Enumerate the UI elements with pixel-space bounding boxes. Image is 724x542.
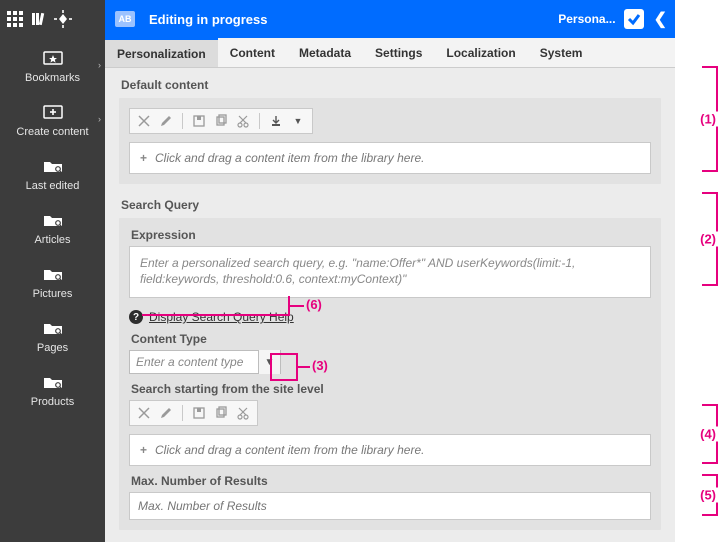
site-level-toolbar xyxy=(129,400,258,426)
sidebar-item-label: Pages xyxy=(37,342,68,354)
annotation-bracket-1: (1) xyxy=(696,66,718,172)
page-title: Editing in progress xyxy=(149,12,558,27)
topbar: AB Editing in progress Persona... ❮ xyxy=(105,0,675,38)
annotation-leader-3 xyxy=(298,366,310,368)
sidebar-item-label: Products xyxy=(31,396,74,408)
expression-label: Expression xyxy=(131,228,651,242)
left-rail: Bookmarks › Create content › Last edited… xyxy=(0,0,105,542)
site-level-label: Search starting from the site level xyxy=(131,382,651,396)
sidebar-item-pages[interactable]: Pages xyxy=(0,308,105,362)
create-content-icon xyxy=(40,102,66,122)
chevron-right-icon: › xyxy=(98,60,101,70)
insert-icon[interactable] xyxy=(268,113,284,129)
sidebar-item-label: Bookmarks xyxy=(25,72,80,84)
annotation-bracket-2: (2) xyxy=(696,192,718,286)
tab-content[interactable]: Content xyxy=(218,38,287,67)
sidebar-item-articles[interactable]: Articles xyxy=(0,200,105,254)
rail-top xyxy=(0,0,105,38)
annotation-bracket-4: (4) xyxy=(696,404,718,464)
sidebar-item-label: Pictures xyxy=(33,288,73,300)
save-icon[interactable] xyxy=(191,405,207,421)
separator xyxy=(182,405,183,421)
default-content-box: ▼ + Click and drag a content item from t… xyxy=(119,98,661,184)
sidebar-item-label: Articles xyxy=(34,234,70,246)
sidebar-item-label: Create content xyxy=(16,126,88,138)
sidebar-item-create-content[interactable]: Create content › xyxy=(0,92,105,146)
cut-icon[interactable] xyxy=(235,405,251,421)
sidebar-item-bookmarks[interactable]: Bookmarks › xyxy=(0,38,105,92)
library-icon[interactable] xyxy=(30,10,48,28)
dropzone-hint: Click and drag a content item from the l… xyxy=(155,151,424,165)
folder-search-icon xyxy=(40,318,66,338)
content-type-text: Enter a content type xyxy=(130,355,258,369)
annotation-leader-6 xyxy=(290,305,304,307)
cut-icon[interactable] xyxy=(235,113,251,129)
sidebar-item-products[interactable]: Products xyxy=(0,362,105,416)
max-results-label: Max. Number of Results xyxy=(131,474,651,488)
default-content-dropzone[interactable]: + Click and drag a content item from the… xyxy=(129,142,651,174)
expression-input[interactable]: Enter a personalized search query, e.g. … xyxy=(129,246,651,298)
ab-badge: AB xyxy=(115,11,135,27)
tab-metadata[interactable]: Metadata xyxy=(287,38,363,67)
plus-icon: + xyxy=(140,443,147,457)
chevron-right-icon: › xyxy=(98,114,101,124)
annotation-bracket-5: (5) xyxy=(696,474,718,516)
approve-button[interactable] xyxy=(624,9,644,29)
sidebar-item-pictures[interactable]: Pictures xyxy=(0,254,105,308)
annotation-gutter: (1) (2) (4) (5) xyxy=(675,0,724,542)
folder-search-icon xyxy=(40,210,66,230)
site-level-dropzone[interactable]: + Click and drag a content item from the… xyxy=(129,434,651,466)
annotation-box-3 xyxy=(270,353,298,381)
search-query-label: Search Query xyxy=(121,198,661,212)
collapse-icon[interactable]: ❮ xyxy=(654,9,667,29)
content-type-combo[interactable]: Enter a content type ▼ xyxy=(129,350,281,374)
tabstrip: Personalization Content Metadata Setting… xyxy=(105,38,675,68)
edit-icon[interactable] xyxy=(158,405,174,421)
apps-icon[interactable] xyxy=(6,10,24,28)
target-icon[interactable] xyxy=(54,10,72,28)
default-content-label: Default content xyxy=(121,78,661,92)
dropzone-hint: Click and drag a content item from the l… xyxy=(155,443,424,457)
annotation-label-3: (3) xyxy=(312,358,328,373)
search-query-box: Expression Enter a personalized search q… xyxy=(119,218,661,530)
sidebar-item-last-edited[interactable]: Last edited xyxy=(0,146,105,200)
unlink-icon[interactable] xyxy=(136,113,152,129)
folder-search-icon xyxy=(40,372,66,392)
edit-icon[interactable] xyxy=(158,113,174,129)
separator xyxy=(182,113,183,129)
save-icon[interactable] xyxy=(191,113,207,129)
unlink-icon[interactable] xyxy=(136,405,152,421)
copy-icon[interactable] xyxy=(213,113,229,129)
help-icon: ? xyxy=(129,310,143,324)
folder-search-icon xyxy=(40,264,66,284)
tab-system[interactable]: System xyxy=(528,38,595,67)
content-type-label: Content Type xyxy=(131,332,651,346)
tab-personalization[interactable]: Personalization xyxy=(105,38,218,67)
folder-search-icon xyxy=(40,156,66,176)
default-content-toolbar: ▼ xyxy=(129,108,313,134)
max-results-input[interactable] xyxy=(129,492,651,520)
bookmarks-icon xyxy=(40,48,66,68)
tab-settings[interactable]: Settings xyxy=(363,38,434,67)
separator xyxy=(259,113,260,129)
persona-label[interactable]: Persona... xyxy=(558,12,615,26)
annotation-label-6: (6) xyxy=(306,297,322,312)
plus-icon: + xyxy=(140,151,147,165)
copy-icon[interactable] xyxy=(213,405,229,421)
chevron-down-icon[interactable]: ▼ xyxy=(290,113,306,129)
sidebar-item-label: Last edited xyxy=(26,180,80,192)
annotation-box-6 xyxy=(142,296,290,316)
tab-localization[interactable]: Localization xyxy=(434,38,527,67)
